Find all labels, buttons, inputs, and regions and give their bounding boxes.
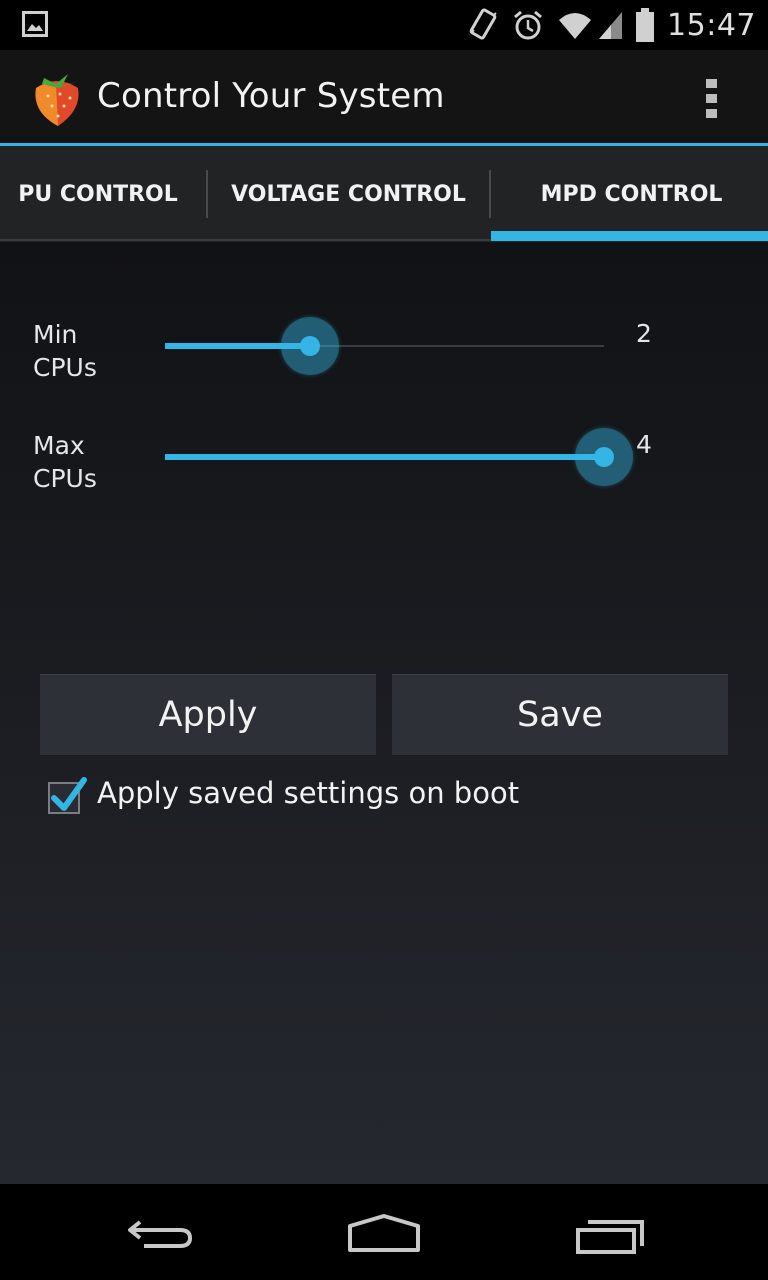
alarm-icon [511,8,545,42]
navigation-bar [0,1184,768,1280]
battery-icon [635,8,655,42]
max-cpus-value: 4 [636,430,652,459]
min-cpus-label: Min CPUs [33,318,97,384]
home-icon[interactable] [346,1212,422,1254]
wifi-icon [557,10,593,40]
strawberry-icon[interactable] [28,66,84,132]
tab-voltage-control[interactable]: VOLTAGE CONTROL [208,146,489,242]
recent-apps-icon[interactable] [574,1216,648,1256]
checkmark-icon [51,777,87,811]
tab-strip: PU CONTROL VOLTAGE CONTROL MPD CONTROL [0,146,768,242]
action-bar: Control Your System [0,50,768,144]
page-title: Control Your System [97,76,445,116]
max-cpus-slider-fill [165,454,604,460]
status-time: 15:47 [667,7,756,43]
save-button[interactable]: Save [392,674,728,756]
max-cpus-slider[interactable] [165,428,633,486]
min-cpus-slider-thumb[interactable] [281,317,339,375]
max-cpus-label-line1: Max [33,431,85,460]
max-cpus-label: Max CPUs [33,429,97,495]
selected-tab-indicator [491,231,768,241]
signal-icon [597,10,623,40]
max-cpus-label-line2: CPUs [33,464,97,493]
back-icon[interactable] [124,1214,196,1254]
apply-on-boot-checkbox[interactable] [48,777,87,814]
status-bar: 15:47 [0,0,768,50]
tab-mpd-control[interactable]: MPD CONTROL [491,146,768,242]
min-cpus-value: 2 [636,319,652,348]
min-cpus-label-line2: CPUs [33,353,97,382]
apply-button[interactable]: Apply [40,674,376,756]
apply-on-boot-label[interactable]: Apply saved settings on boot [97,776,519,810]
tab-cpu-control[interactable]: PU CONTROL [0,146,206,242]
min-cpus-label-line1: Min [33,320,78,349]
max-cpus-slider-thumb[interactable] [575,428,633,486]
overflow-menu-icon[interactable] [696,75,728,121]
min-cpus-slider[interactable] [165,317,604,375]
mpd-control-panel: Min CPUs 2 Max CPUs 4 Apply Save Apply s… [0,242,768,1184]
image-icon [22,11,48,41]
vibrate-icon [467,7,499,43]
